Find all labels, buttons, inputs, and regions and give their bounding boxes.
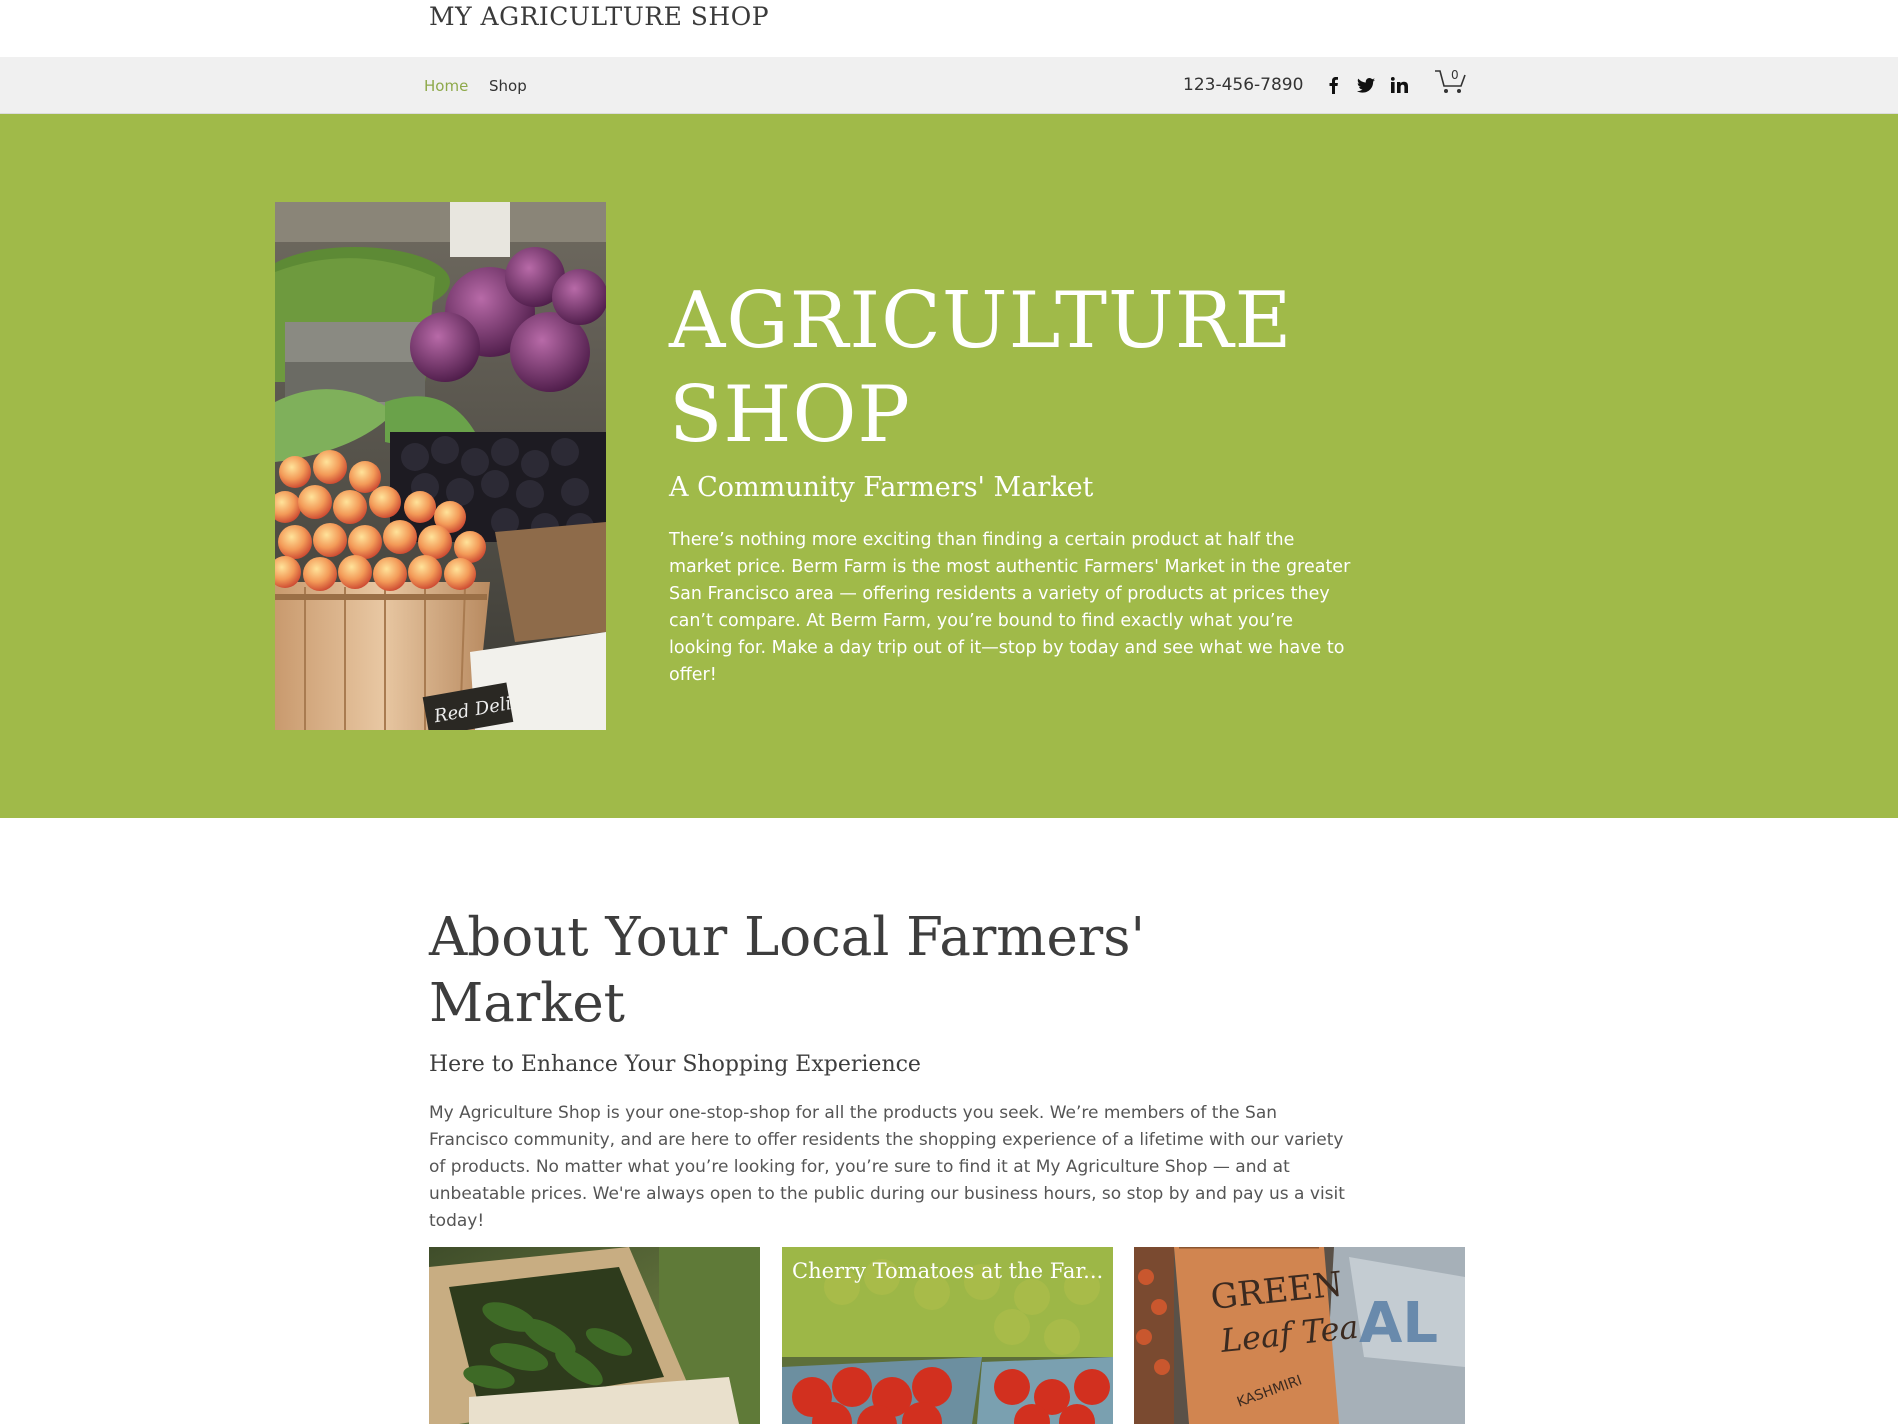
hero-subtitle: A Community Farmers' Market <box>669 472 1094 503</box>
bag-text: AL <box>1359 1291 1438 1356</box>
facebook-icon[interactable] <box>1322 74 1344 96</box>
hero-section: Red Deli AGRICULTURE SHOP A Community Fa… <box>0 114 1898 818</box>
hero-produce-image: Red Deli <box>275 202 606 730</box>
about-description: My Agriculture Shop is your one-stop-sho… <box>429 1103 1345 1231</box>
nav-item-shop[interactable]: Shop <box>489 77 527 95</box>
about-heading-line2: Market <box>429 973 625 1034</box>
gallery-item-tea[interactable]: AL GREEN Leaf Tea KASHMIRI <box>1134 1247 1465 1424</box>
gallery-item-cherry-tomatoes[interactable]: Cherry Tomatoes at the Far... <box>782 1247 1113 1424</box>
hero-title-line2: SHOP <box>669 370 911 460</box>
linkedin-icon[interactable] <box>1388 74 1410 96</box>
hero-title-line1: AGRICULTURE <box>669 276 1293 366</box>
gallery-item-peppers[interactable] <box>429 1247 760 1424</box>
about-subheading: Here to Enhance Your Shopping Experience <box>429 1052 921 1077</box>
about-heading: About Your Local Farmers' Market <box>429 905 1149 1037</box>
hero-title: AGRICULTURE SHOP <box>669 274 1369 462</box>
cart-button[interactable]: 0 <box>1434 67 1470 101</box>
site-title[interactable]: MY AGRICULTURE SHOP <box>429 2 769 31</box>
peppers-image <box>429 1247 760 1424</box>
phone-number: 123-456-7890 <box>1183 75 1304 95</box>
gallery-caption: Cherry Tomatoes at the Far... <box>792 1259 1104 1283</box>
cart-count: 0 <box>1451 68 1459 82</box>
navbar: Home Shop 123-456-7890 0 <box>0 57 1898 114</box>
hero-description: There’s nothing more exciting than findi… <box>669 530 1351 685</box>
site-header: MY AGRICULTURE SHOP <box>0 0 1898 57</box>
nav-item-home[interactable]: Home <box>424 77 468 95</box>
about-heading-line1: About Your Local Farmers' <box>429 907 1146 968</box>
green-leaf-tea-image: AL GREEN Leaf Tea KASHMIRI <box>1134 1247 1465 1424</box>
twitter-icon[interactable] <box>1355 74 1377 96</box>
